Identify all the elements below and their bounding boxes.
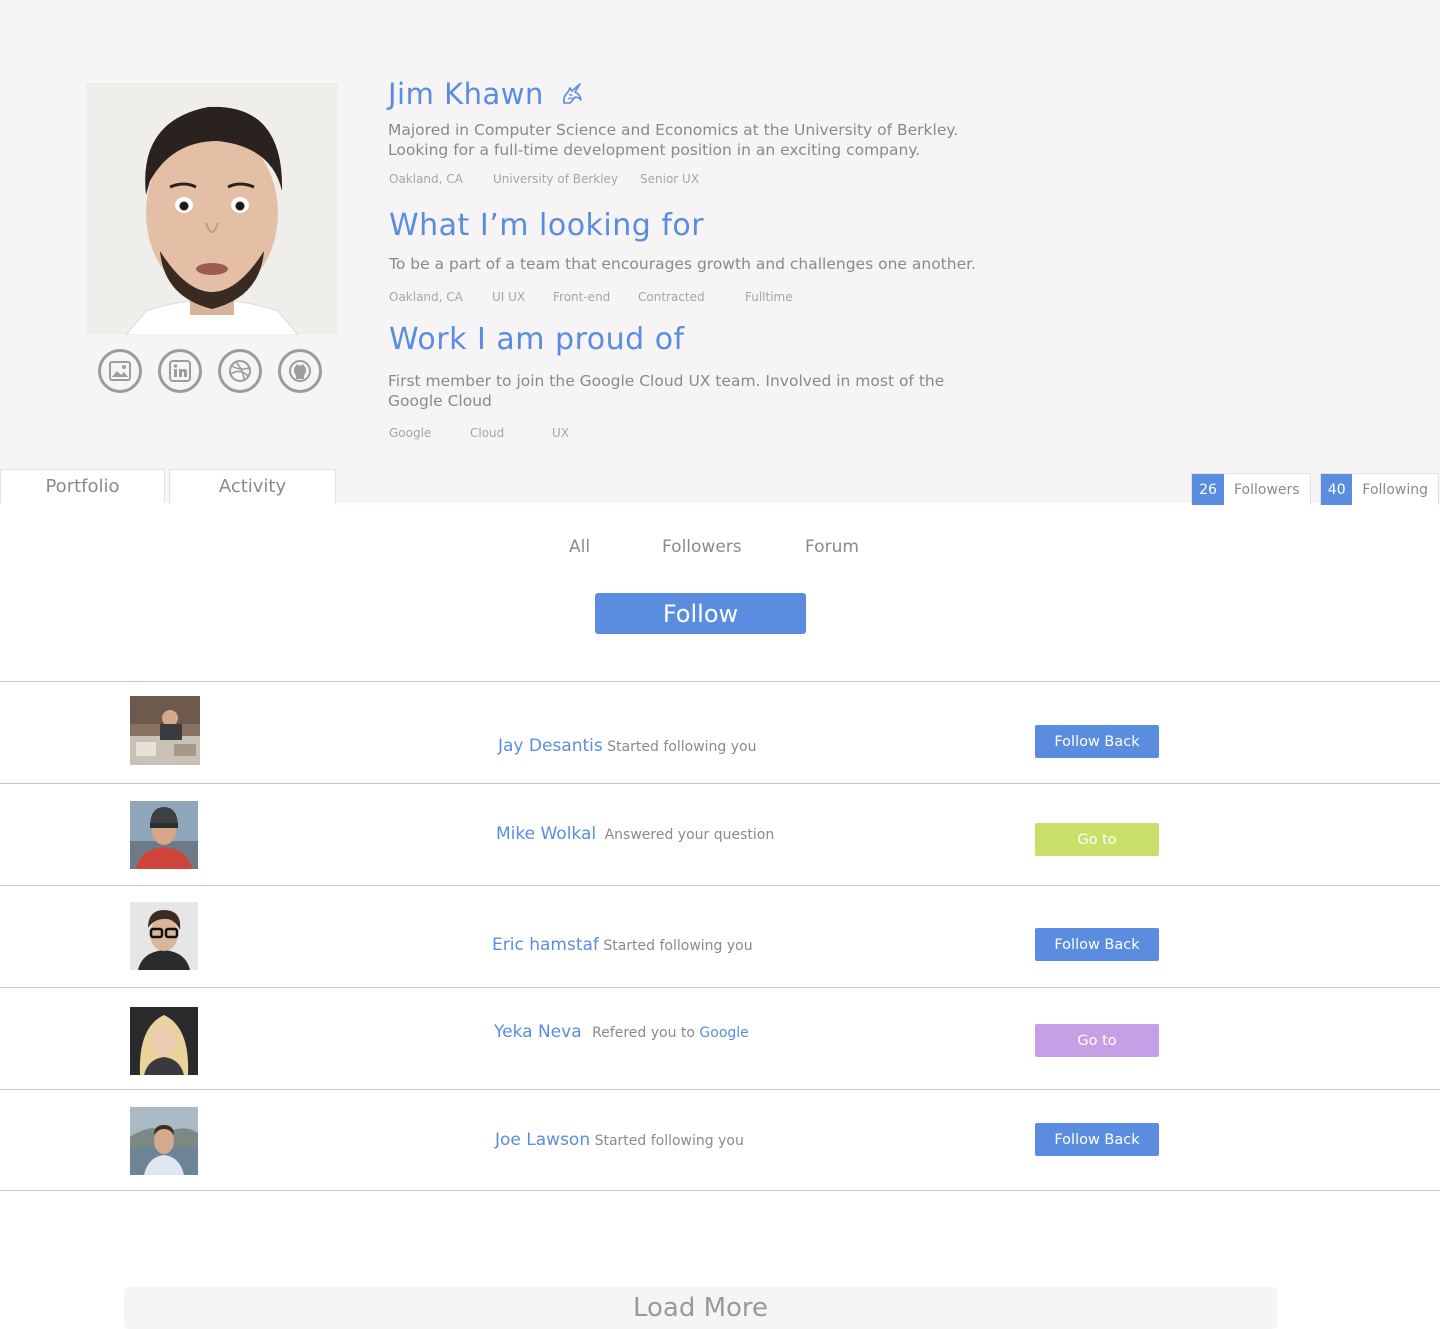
divider: [0, 987, 1440, 988]
user-avatar[interactable]: [130, 902, 198, 970]
dribbble-icon[interactable]: [218, 349, 262, 393]
follow-back-button[interactable]: Follow Back: [1035, 1123, 1159, 1156]
divider: [0, 1190, 1440, 1191]
tag: UI UX: [492, 290, 526, 304]
divider: [0, 783, 1440, 784]
filter-forum[interactable]: Forum: [805, 537, 859, 557]
github-icon[interactable]: [278, 349, 322, 393]
activity-action: Started following you: [594, 1133, 744, 1149]
tag: Senior UX: [640, 172, 700, 186]
follow-back-button[interactable]: Follow Back: [1035, 725, 1159, 758]
profile-name: Jim Khawn: [388, 77, 544, 111]
user-avatar[interactable]: [130, 1007, 198, 1075]
following-count: 40: [1321, 474, 1353, 505]
tag: Google: [389, 426, 432, 440]
activity-action: Started following you: [607, 739, 757, 755]
work-proud-text: First member to join the Google Cloud UX…: [388, 372, 944, 411]
tag: Front-end: [553, 290, 611, 304]
follow-back-button[interactable]: Follow Back: [1035, 928, 1159, 961]
activity-text: Eric hamstaf Started following you: [492, 935, 753, 955]
user-avatar[interactable]: [130, 1107, 198, 1175]
profile-bio: Majored in Computer Science and Economic…: [388, 121, 958, 160]
activity-action: Started following you: [603, 938, 753, 954]
image-icon[interactable]: [98, 349, 142, 393]
work-proud-title: Work I am proud of: [389, 322, 685, 357]
tag: Fulltime: [745, 290, 793, 304]
go-to-button[interactable]: Go to: [1035, 823, 1159, 856]
activity-user-name[interactable]: Yeka Neva: [494, 1022, 582, 1042]
tag: Contracted: [638, 290, 705, 304]
looking-for-text: To be a part of a team that encourages g…: [389, 255, 976, 273]
tag: University of Berkley: [493, 172, 619, 186]
work-line: Google Cloud: [388, 391, 492, 410]
activity-target-link[interactable]: Google: [699, 1025, 748, 1041]
work-line: First member to join the Google Cloud UX…: [388, 372, 945, 390]
tab-portfolio[interactable]: Portfolio: [0, 469, 165, 503]
activity-user-name[interactable]: Joe Lawson: [495, 1130, 590, 1150]
activity-user-name[interactable]: Eric hamstaf: [492, 935, 599, 955]
user-avatar[interactable]: [130, 801, 198, 869]
profile-photo: [86, 83, 338, 335]
activity-text: Mike Wolkal Answered your question: [496, 824, 774, 844]
user-avatar[interactable]: [130, 696, 200, 765]
following-label: Following: [1362, 481, 1428, 498]
go-to-button[interactable]: Go to: [1035, 1024, 1159, 1057]
follow-button[interactable]: Follow: [595, 593, 806, 634]
activity-action: Answered your question: [604, 827, 775, 843]
looking-for-title: What I’m looking for: [389, 208, 705, 243]
tag: Cloud: [470, 426, 505, 440]
divider: [0, 885, 1440, 886]
tag: Oakland, CA: [389, 172, 463, 186]
activity-action: Refered you to: [592, 1025, 695, 1041]
activity-user-name[interactable]: Mike Wolkal: [496, 824, 596, 844]
followers-label: Followers: [1234, 481, 1300, 498]
filter-followers[interactable]: Followers: [662, 537, 742, 557]
profile-name-row: Jim Khawn: [388, 77, 584, 111]
tag: UX: [552, 426, 570, 440]
following-stat[interactable]: 40 Following: [1320, 473, 1439, 505]
tag: Oakland, CA: [389, 290, 463, 304]
divider: [0, 681, 1440, 682]
activity-text: Jay Desantis Started following you: [498, 736, 756, 756]
activity-user-name[interactable]: Jay Desantis: [498, 736, 603, 756]
activity-text: Yeka Neva Refered you to Google: [494, 1022, 749, 1042]
divider: [0, 1089, 1440, 1090]
tab-activity[interactable]: Activity: [169, 469, 336, 503]
activity-text: Joe Lawson Started following you: [495, 1130, 744, 1150]
profile-header: Jim Khawn Majored in Computer Science an…: [0, 0, 1440, 503]
followers-stat[interactable]: 26 Followers: [1191, 473, 1311, 505]
unicorn-icon: [560, 82, 584, 106]
bio-line: Looking for a full-time development posi…: [388, 140, 921, 159]
bio-line: Majored in Computer Science and Economic…: [388, 121, 959, 139]
load-more-button[interactable]: Load More: [124, 1287, 1277, 1329]
filter-all[interactable]: All: [569, 537, 590, 557]
followers-count: 26: [1192, 474, 1224, 505]
linkedin-icon[interactable]: [158, 349, 202, 393]
